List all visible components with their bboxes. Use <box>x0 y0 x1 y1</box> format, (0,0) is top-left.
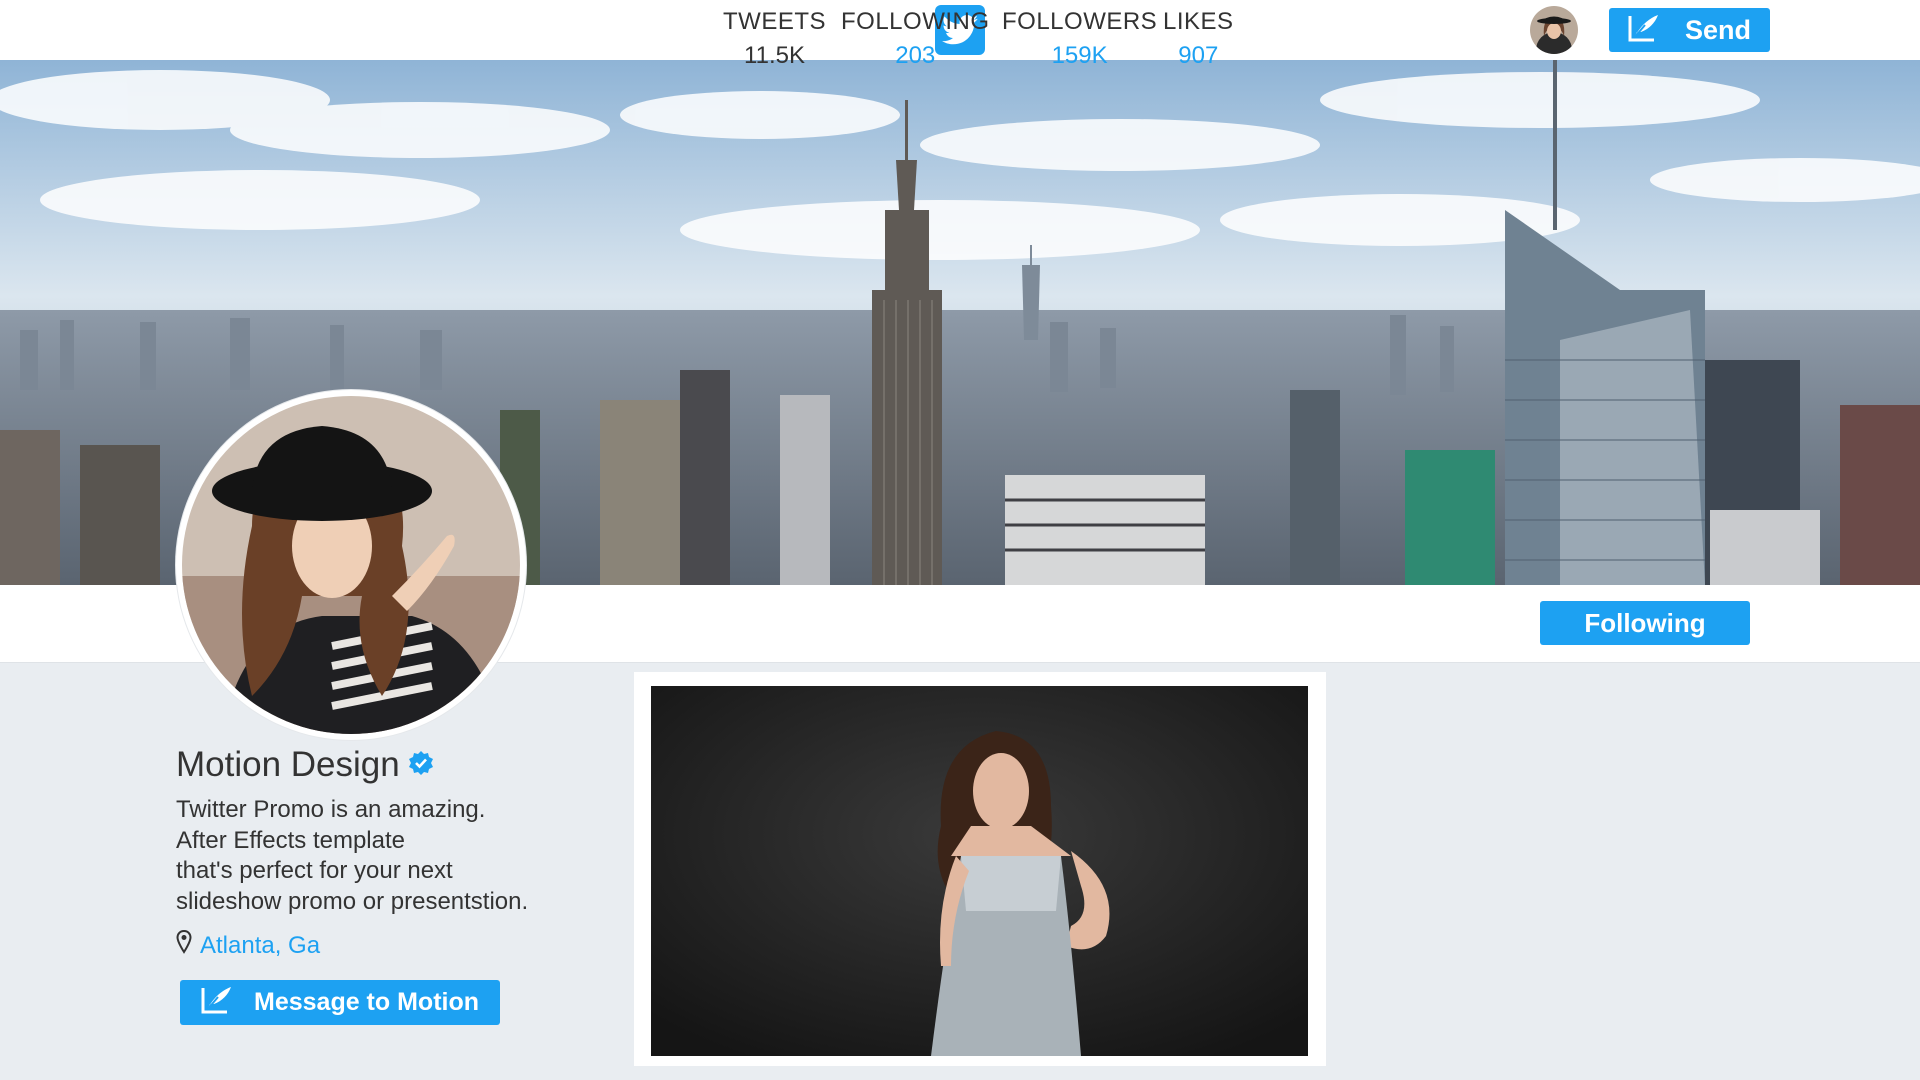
profile-name: Motion Design <box>176 745 400 784</box>
stat-label: LIKES <box>1163 8 1234 35</box>
bio-line: slideshow promo or presentstion. <box>176 887 529 915</box>
stat-label: FOLLOWING <box>841 8 990 35</box>
stat-label: FOLLOWERS <box>1002 8 1158 35</box>
stat-following[interactable]: FOLLOWING 203 <box>841 8 990 70</box>
stat-value: 907 <box>1178 42 1219 69</box>
profile-location: Atlanta, Ga <box>176 929 320 961</box>
message-button[interactable]: Message to Motion <box>180 980 500 1025</box>
tweet-media-card[interactable] <box>634 672 1326 1066</box>
location-link[interactable]: Atlanta, Ga <box>200 932 320 960</box>
send-button[interactable]: Send <box>1609 8 1770 52</box>
bio-line: Twitter Promo is an amazing. <box>176 796 486 823</box>
following-button[interactable]: Following <box>1540 601 1750 645</box>
profile-bio: Twitter Promo is an amazing. After Effec… <box>176 795 596 917</box>
tweet-photo <box>651 686 1308 1056</box>
profile-avatar[interactable] <box>176 390 526 740</box>
compose-feather-icon <box>200 985 234 1020</box>
bio-line: that's perfect for your next <box>176 857 453 884</box>
stat-label: TWEETS <box>723 8 826 35</box>
compose-feather-icon <box>1627 13 1661 48</box>
verified-badge-icon <box>408 750 434 781</box>
bio-line: After Effects template <box>176 826 405 854</box>
stat-likes[interactable]: LIKES 907 <box>1163 8 1234 70</box>
message-button-label: Message to Motion <box>254 988 480 1016</box>
stat-value: 159K <box>1051 42 1108 69</box>
stat-value: 203 <box>895 42 936 69</box>
map-pin-icon <box>176 929 192 961</box>
stat-tweets[interactable]: TWEETS 11.5K <box>723 8 826 70</box>
profile-name-row: Motion Design <box>176 745 434 785</box>
stat-followers[interactable]: FOLLOWERS 159K <box>1002 8 1157 70</box>
user-avatar[interactable] <box>1530 6 1578 54</box>
stat-value: 11.5K <box>744 42 805 69</box>
send-label: Send <box>1685 14 1752 45</box>
